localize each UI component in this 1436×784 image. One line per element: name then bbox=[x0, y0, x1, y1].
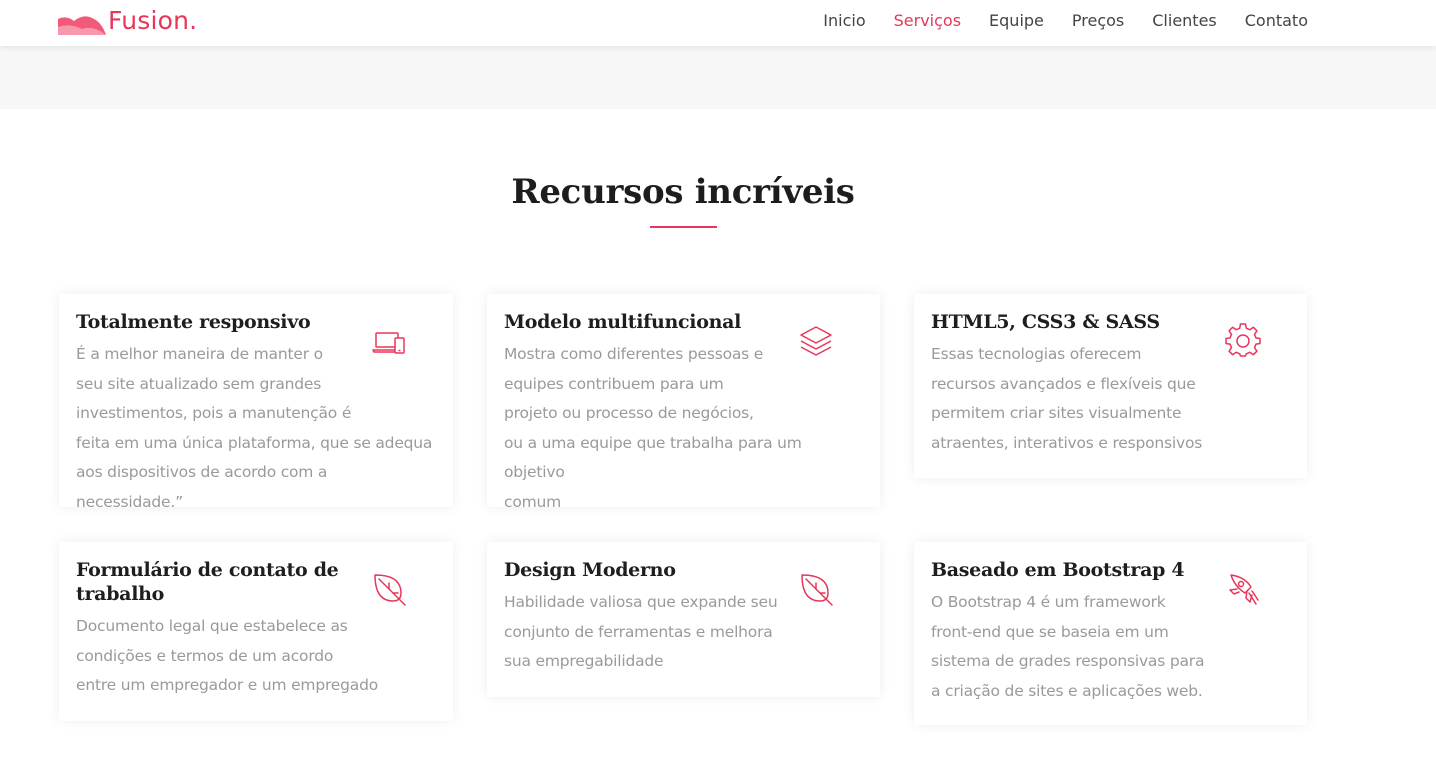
nav-item-precos[interactable]: Preços bbox=[1072, 11, 1124, 30]
main-nav: Inicio Serviços Equipe Preços Clientes C… bbox=[795, 0, 1308, 40]
navbar: Fusion. Inicio Serviços Equipe Preços Cl… bbox=[0, 0, 1436, 46]
feature-card: HTML5, CSS3 & SASS Essas tecnologias ofe… bbox=[914, 294, 1307, 478]
gear-icon bbox=[1225, 323, 1261, 359]
feature-card: Totalmente responsivo É a melhor maneira… bbox=[59, 294, 453, 511]
brand-logo-link[interactable]: Fusion. bbox=[58, 4, 197, 38]
nav-item-clientes[interactable]: Clientes bbox=[1152, 11, 1217, 30]
brand-name: Fusion. bbox=[108, 6, 198, 35]
section-title: Recursos incríveis bbox=[511, 172, 855, 212]
title-underline bbox=[650, 226, 717, 228]
nav-item-servicos[interactable]: Serviços bbox=[894, 11, 961, 30]
devices-icon bbox=[371, 325, 407, 361]
feature-card-title: Formulário de contato de trabalho bbox=[76, 559, 339, 605]
hero-strip bbox=[0, 46, 1436, 109]
feature-card-title: Modelo multifuncional bbox=[504, 311, 742, 333]
feature-card-text: É a melhor maneira de manter o seu site … bbox=[76, 345, 433, 511]
layers-icon bbox=[798, 324, 834, 360]
nav-item-equipe[interactable]: Equipe bbox=[989, 11, 1044, 30]
feature-card-title: Baseado em Bootstrap 4 bbox=[931, 559, 1185, 581]
feature-card-title: Totalmente responsivo bbox=[76, 311, 311, 333]
nav-item-contato[interactable]: Contato bbox=[1245, 11, 1308, 30]
nav-item-inicio[interactable]: Inicio bbox=[823, 11, 865, 30]
feature-card: Modelo multifuncional Mostra como difere… bbox=[487, 294, 880, 511]
leaf-icon bbox=[798, 571, 834, 607]
feature-card: Design Moderno Habilidade valiosa que ex… bbox=[487, 542, 880, 697]
leaf-icon bbox=[371, 571, 407, 607]
feature-card-text: Mostra como diferentes pessoas e equipes… bbox=[504, 345, 802, 511]
feature-card-title: HTML5, CSS3 & SASS bbox=[931, 311, 1160, 333]
rocket-icon bbox=[1225, 571, 1261, 607]
feature-card: Baseado em Bootstrap 4 O Bootstrap 4 é u… bbox=[914, 542, 1307, 725]
brand-logo-icon bbox=[58, 16, 106, 35]
feature-card-text: Documento legal que estabelece as condiç… bbox=[76, 617, 378, 694]
feature-card: Formulário de contato de trabalho Docume… bbox=[59, 542, 453, 721]
feature-card-title: Design Moderno bbox=[504, 559, 676, 581]
